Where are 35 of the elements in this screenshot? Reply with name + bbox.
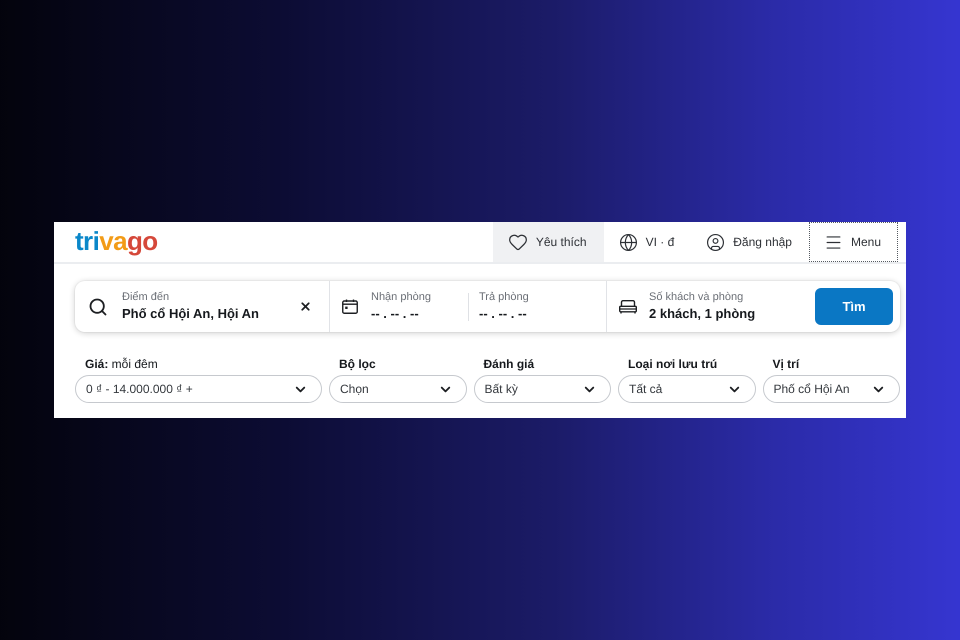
search-button[interactable]: Tìm bbox=[815, 288, 893, 325]
calendar-icon bbox=[342, 299, 358, 314]
field-value: 2 khách, 1 phòng bbox=[649, 306, 756, 322]
search-icon bbox=[88, 296, 108, 316]
field-value: -- . -- . -- bbox=[371, 306, 420, 322]
user-icon bbox=[706, 232, 726, 252]
heart-icon bbox=[508, 232, 528, 252]
field-value: Phố cổ Hội An, Hội An bbox=[122, 306, 260, 322]
nav-item[interactable]: Yêu thích bbox=[492, 222, 604, 262]
filter-dropdown[interactable]: Phố cổ Hội An bbox=[762, 375, 900, 403]
nav-item[interactable]: VI · đ bbox=[604, 222, 692, 262]
filter-label: Loại nơi lưu trú bbox=[627, 357, 718, 371]
nav-item[interactable]: Menu bbox=[808, 222, 898, 262]
globe-icon bbox=[618, 232, 638, 252]
filter-label: Giá: mỗi đêm bbox=[84, 357, 158, 371]
check-in-field[interactable]: Nhận phòng -- . -- . -- bbox=[330, 281, 468, 332]
filter-dropdown[interactable]: Bất kỳ bbox=[474, 375, 611, 403]
filter-dropdown[interactable]: Tất cả bbox=[618, 375, 756, 403]
close-icon[interactable] bbox=[299, 300, 312, 313]
field-label: Trả phòng bbox=[479, 291, 530, 304]
filter-label: Vị trí bbox=[772, 357, 800, 371]
field-label: Số khách và phòng bbox=[649, 291, 744, 304]
brand-logo[interactable]: trivago bbox=[75, 228, 158, 254]
field-value: -- . -- . -- bbox=[479, 306, 528, 322]
filter-label: Đánh giá bbox=[482, 357, 534, 371]
check-out-field[interactable]: Trả phòng -- . -- . -- bbox=[469, 281, 607, 332]
filter-dropdown[interactable]: Chọn bbox=[329, 375, 466, 403]
guests-field[interactable]: Số khách và phòng 2 khách, 1 phòng bbox=[607, 281, 815, 332]
field-label: Điểm đến bbox=[122, 291, 170, 304]
destination-field[interactable]: Điểm đến Phố cổ Hội An, Hội An bbox=[75, 281, 330, 332]
filter-dropdown[interactable]: 0 ₫ - 14.000.000 ₫ + bbox=[75, 375, 322, 403]
filter-label: Bộ lọc bbox=[338, 357, 376, 371]
bed-icon bbox=[619, 300, 637, 314]
field-label: Nhận phòng bbox=[371, 291, 432, 304]
nav-item[interactable]: Đăng nhập bbox=[691, 222, 809, 262]
